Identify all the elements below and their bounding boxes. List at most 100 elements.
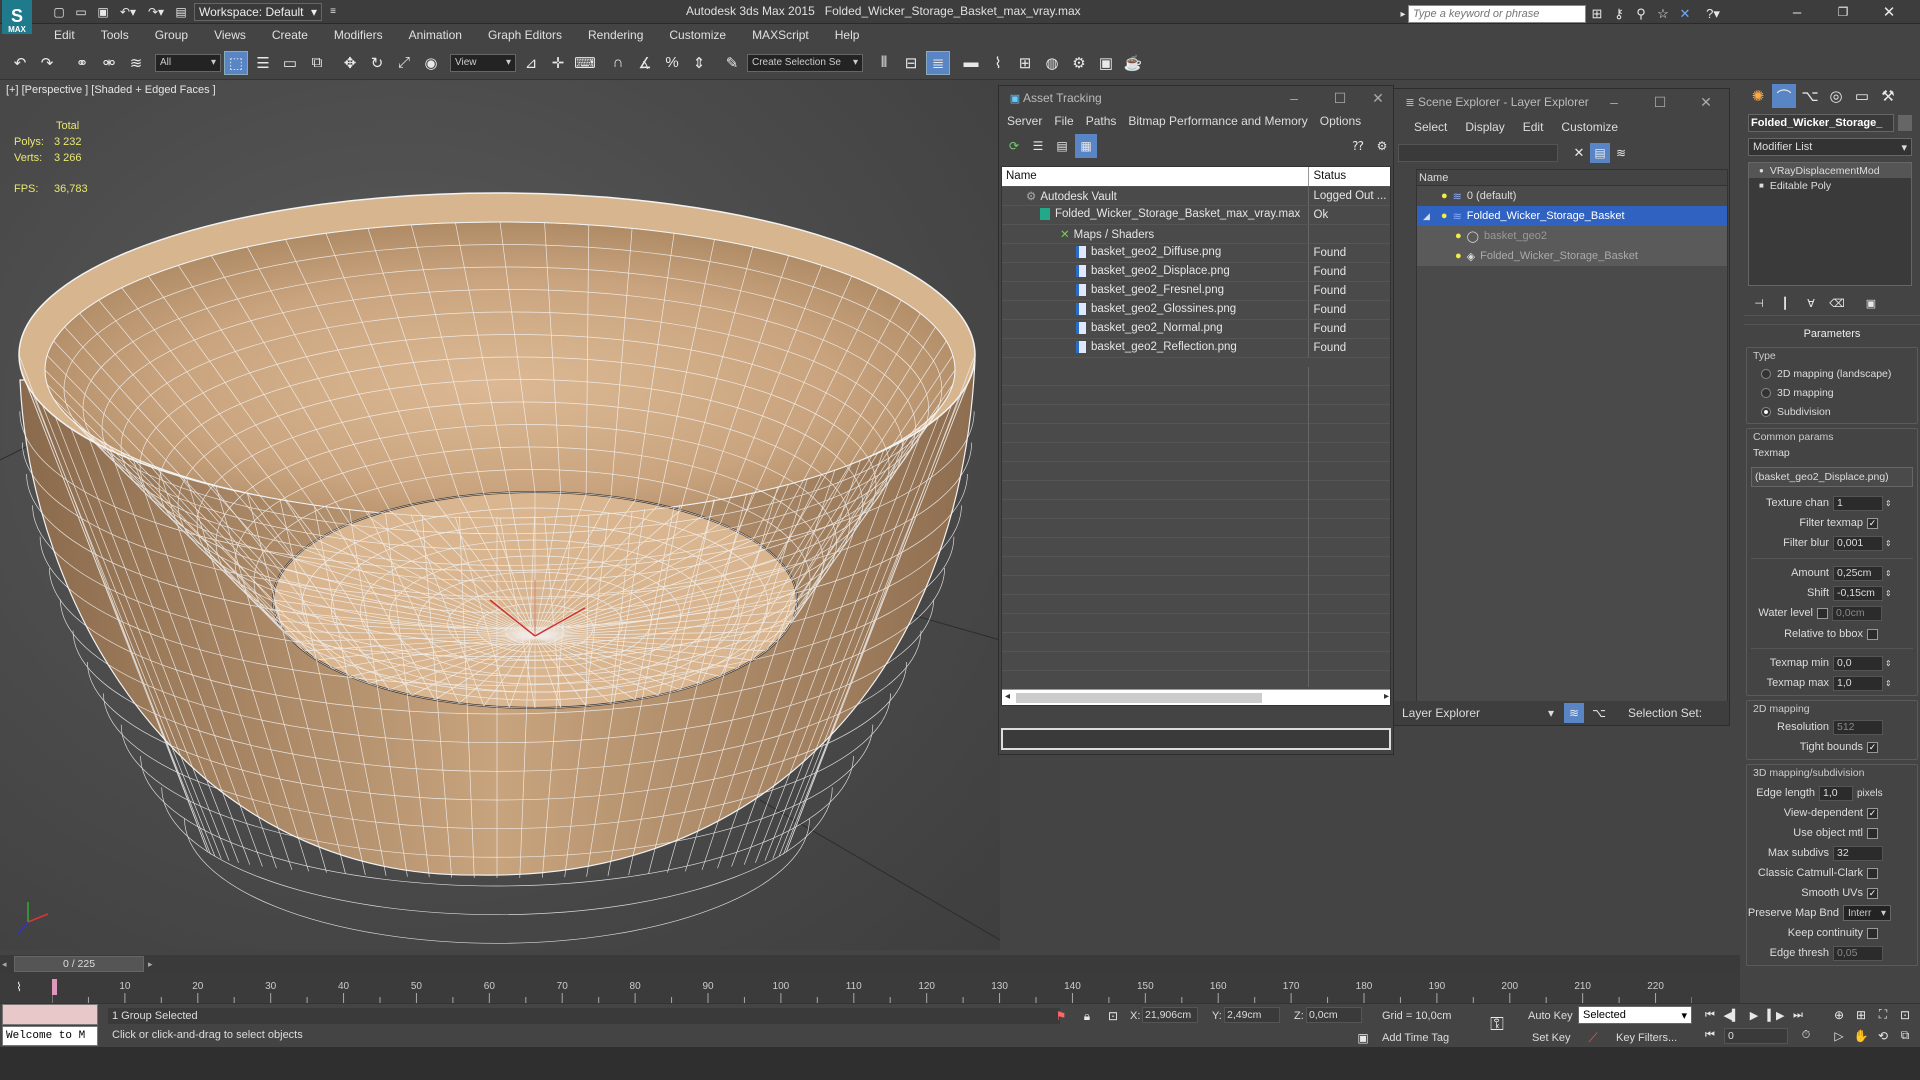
configure-sets-icon[interactable]: ▣ — [1862, 292, 1880, 316]
menu-help[interactable]: Help — [822, 24, 873, 46]
key-mode-dropdown[interactable]: Selected ▾ — [1578, 1006, 1692, 1024]
menu-edit[interactable]: Edit — [1517, 116, 1550, 138]
table-row[interactable]: basket_geo2_Reflection.png Found — [1002, 338, 1390, 358]
table-view-icon[interactable]: ▦ — [1075, 134, 1097, 158]
maximize-icon[interactable]: ☐ — [1317, 90, 1363, 107]
table-row[interactable]: basket_geo2_Displace.png Found — [1002, 262, 1390, 282]
project-folder-icon[interactable]: ▤ — [172, 0, 190, 24]
angle-snap-icon[interactable]: ∡ — [633, 51, 657, 75]
tight-bounds-checkbox[interactable]: ✓ — [1867, 741, 1878, 753]
move-icon[interactable]: ✥ — [338, 51, 362, 75]
rectangular-selection-icon[interactable]: ▭ — [278, 51, 302, 75]
modifier-stack-item[interactable]: ■ Editable Poly — [1749, 178, 1911, 193]
render-production-icon[interactable]: ☕ — [1121, 51, 1145, 75]
radio-3d-mapping[interactable]: 3D mapping — [1747, 383, 1917, 402]
column-header-name[interactable]: Name — [1417, 170, 1727, 186]
spinner-snap-icon[interactable]: ⇕ — [687, 51, 711, 75]
viewport-label[interactable]: [+] [Perspective ] [Shaded + Edged Faces… — [6, 84, 216, 96]
menu-views[interactable]: Views — [201, 24, 259, 46]
x-coordinate-field[interactable]: 21,906cm — [1142, 1007, 1198, 1023]
menu-edit[interactable]: Edit — [41, 24, 88, 46]
placement-icon[interactable]: ◉ — [419, 51, 443, 75]
table-row[interactable]: ✕ Maps / Shaders — [1002, 224, 1390, 244]
next-frame-icon[interactable]: ▍▶ — [1766, 1006, 1786, 1024]
add-time-tag[interactable]: Add Time Tag — [1382, 1032, 1449, 1044]
menu-tools[interactable]: Tools — [88, 24, 142, 46]
lightbulb-icon[interactable]: ● — [1455, 230, 1462, 242]
workspace-dropdown[interactable]: Workspace: Default ▾ — [194, 2, 322, 21]
resolution-spinner[interactable]: 512 — [1833, 719, 1883, 735]
table-row[interactable]: basket_geo2_Diffuse.png Found — [1002, 243, 1390, 263]
table-row[interactable]: basket_geo2_Normal.png Found — [1002, 319, 1390, 339]
prev-frame-arrow[interactable]: ◂ — [2, 959, 14, 970]
schematic-view-icon[interactable]: ⊞ — [1013, 51, 1037, 75]
go-to-start-icon[interactable]: ⏮ — [1700, 1006, 1720, 1024]
layer-explorer-icon[interactable]: ≣ — [926, 50, 950, 75]
current-frame-field[interactable]: 0 — [1724, 1028, 1788, 1044]
layer-row-default[interactable]: ● ≋ 0 (default) — [1417, 186, 1727, 206]
lock-selection-icon[interactable]: 🔒︎ — [1076, 1004, 1098, 1028]
binoculars-icon[interactable]: ⊞ — [1586, 2, 1608, 26]
max-subdivs-spinner[interactable]: 32 — [1833, 845, 1883, 861]
edge-thresh-spinner[interactable]: 0,05 — [1833, 945, 1883, 961]
zoom-extents-icon[interactable]: ⛶ — [1872, 1004, 1894, 1025]
filter-texmap-checkbox[interactable]: ✓ — [1867, 517, 1878, 529]
make-unique-icon[interactable]: ∀ — [1802, 292, 1820, 316]
curve-editor-icon[interactable]: ⌇ — [986, 51, 1010, 75]
water-level-checkbox[interactable] — [1817, 607, 1828, 619]
go-to-end-icon[interactable]: ⏭ — [1788, 1006, 1808, 1024]
key-filters-button[interactable]: Key Filters... — [1616, 1032, 1677, 1044]
object-row-geo[interactable]: ● ◯ basket_geo2 — [1417, 226, 1727, 246]
zoom-extents-all-icon[interactable]: ⊡ — [1894, 1004, 1916, 1025]
water-level-spinner[interactable]: 0,0cm — [1832, 605, 1882, 621]
workspace-menu-icon[interactable]: ≡ — [326, 0, 340, 24]
utilities-tab-icon[interactable]: ⚒ — [1876, 84, 1900, 108]
set-key-button[interactable]: Set Key — [1532, 1032, 1571, 1044]
settings-icon[interactable]: ⚙ — [1371, 134, 1393, 158]
timeline-playhead[interactable] — [52, 979, 57, 995]
keyboard-shortcut-icon[interactable]: ⌨ — [573, 51, 597, 75]
lightbulb-icon[interactable]: ● — [1759, 166, 1764, 175]
auto-key-button[interactable]: Auto Key — [1528, 1010, 1573, 1022]
menu-modifiers[interactable]: Modifiers — [321, 24, 396, 46]
texmap-min-spinner[interactable]: 0,0 — [1833, 655, 1883, 671]
object-color-swatch[interactable] — [1898, 115, 1912, 131]
horizontal-scrollbar[interactable]: ◂ ▸ — [1002, 689, 1390, 705]
menu-group[interactable]: Group — [142, 24, 201, 46]
select-object-icon[interactable]: ⬚ — [224, 50, 248, 75]
scene-search-input[interactable] — [1398, 144, 1558, 162]
minimize-icon[interactable]: – — [1591, 94, 1637, 111]
column-header-status[interactable]: Status — [1308, 167, 1390, 187]
shift-spinner[interactable]: -0,15cm — [1833, 585, 1883, 601]
remove-modifier-icon[interactable]: ⌫ — [1828, 292, 1846, 316]
menu-customize[interactable]: Customize — [1555, 116, 1624, 138]
menu-paths[interactable]: Paths — [1080, 110, 1123, 132]
app-logo[interactable]: S MAX — [2, 0, 32, 34]
texmap-max-spinner[interactable]: 1,0 — [1833, 675, 1883, 691]
open-file-icon[interactable]: ▭ — [72, 0, 90, 24]
select-by-name-icon[interactable]: ☰ — [251, 51, 275, 75]
edit-named-selection-icon[interactable]: ✎ — [720, 51, 744, 75]
named-selection-set-dropdown[interactable]: Create Selection Se ▾ — [747, 53, 863, 72]
object-name-field[interactable]: Folded_Wicker_Storage_ — [1748, 114, 1894, 132]
view-dependent-checkbox[interactable]: ✓ — [1867, 807, 1878, 819]
perspective-viewport[interactable]: [+] [Perspective ] [Shaded + Edged Faces… — [0, 80, 1000, 950]
texture-chan-spinner[interactable]: 1 — [1833, 495, 1883, 511]
chevron-right-icon[interactable]: ▸ — [1398, 2, 1408, 26]
maxscript-listener[interactable]: Welcome to M — [2, 1026, 98, 1046]
preserve-map-dropdown[interactable]: Interr ▾ — [1843, 905, 1891, 921]
classic-catmull-clark-checkbox[interactable] — [1867, 867, 1878, 879]
undo-icon[interactable]: ↶▾ — [116, 0, 140, 24]
lightbulb-icon[interactable]: ● — [1455, 250, 1462, 262]
field-of-view-icon[interactable]: ▷ — [1828, 1025, 1850, 1046]
lightbulb-icon[interactable]: ● — [1441, 190, 1448, 202]
close-icon[interactable]: ✕ — [1866, 0, 1912, 24]
track-bar[interactable]: ⌇ 10 20 30 40 50 60 70 80 90 100 110 120 130 140 150 16… — [0, 973, 1740, 1003]
key-icon[interactable]: ⚿ — [1484, 1012, 1510, 1036]
unlink-icon[interactable]: ⚮ — [97, 51, 121, 75]
table-row[interactable]: ⚙ Autodesk Vault Logged Out ... — [1002, 186, 1390, 206]
key-icon[interactable]: ⚷ — [1608, 2, 1630, 26]
menu-server[interactable]: Server — [1001, 110, 1048, 132]
table-row[interactable]: basket_geo2_Fresnel.png Found — [1002, 281, 1390, 301]
z-coordinate-field[interactable]: 0,0cm — [1306, 1007, 1362, 1023]
